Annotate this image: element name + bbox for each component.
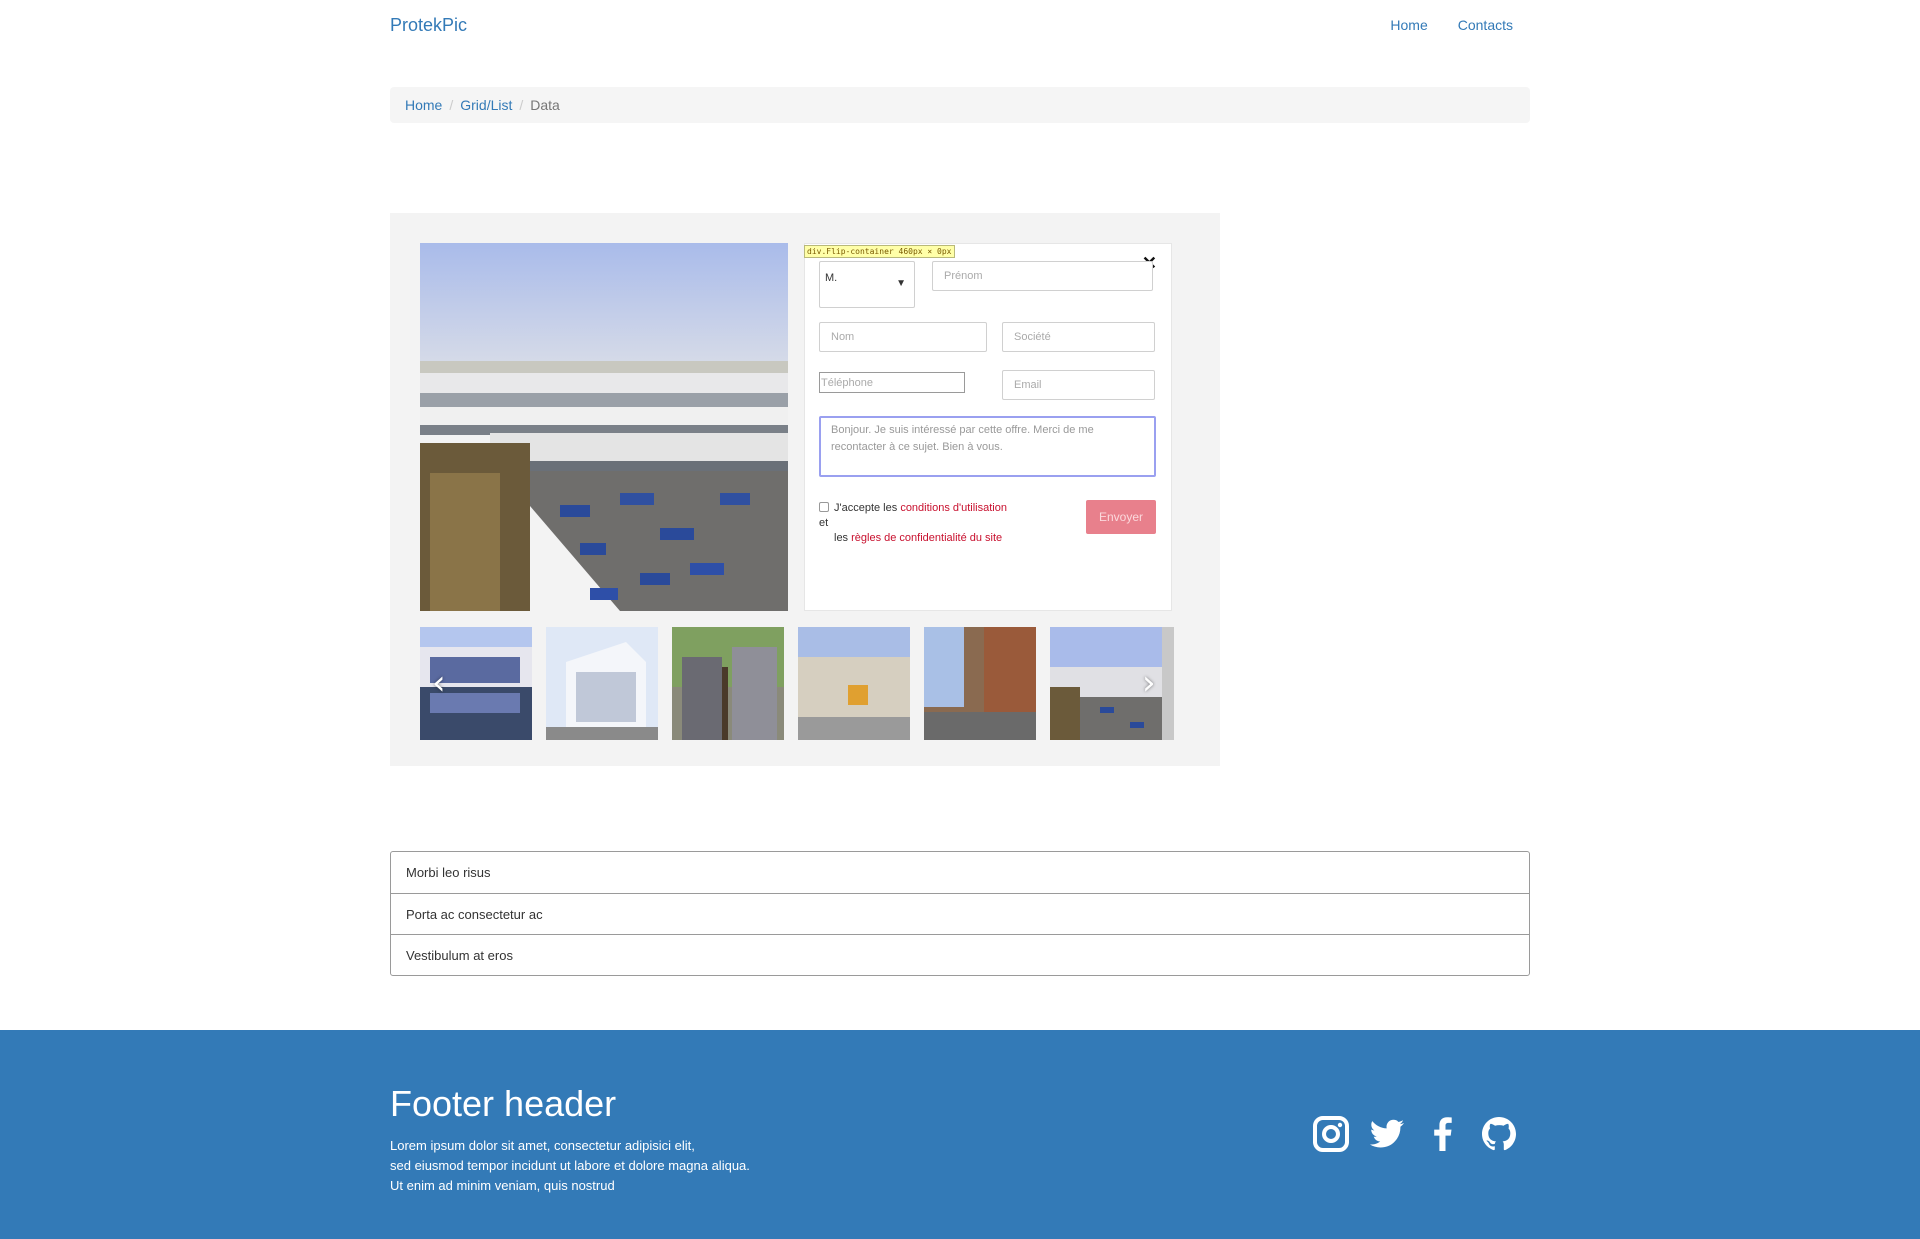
facebook-icon[interactable] [1424,1115,1462,1153]
devtools-tooltip: div.Flip-container 460px × 0px [804,245,955,258]
email-input[interactable]: Email [1002,370,1155,400]
modern-building-thumbnail [546,627,658,740]
list-item[interactable]: Morbi leo risus [391,852,1529,893]
historic-building-thumbnail [798,627,910,740]
footer: Footer header Lorem ipsum dolor sit amet… [0,1030,1920,1239]
contact-form: div.Flip-container 460px × 0px ✕ M. ▼ Pr… [804,243,1172,611]
warehouse-photo [420,243,788,611]
thumbnail[interactable] [672,627,784,740]
breadcrumb-separator: / [449,97,454,113]
thumbnail-carousel: ‹ › [420,627,1180,740]
chevron-right-icon[interactable]: › [1142,663,1156,703]
nav-link-home[interactable]: Home [1390,17,1427,33]
firstname-input[interactable]: Prénom [932,261,1153,291]
thumbnail[interactable] [798,627,910,740]
civility-select[interactable]: M. ▼ [819,261,915,308]
send-button[interactable]: Envoyer [1086,500,1156,534]
breadcrumb: Home / Grid/List / Data [390,87,1530,123]
nav-links: Home Contacts [1390,17,1513,33]
message-textarea[interactable]: Bonjour. Je suis intéressé par cette off… [819,416,1156,477]
civility-value: M. [825,272,838,284]
main-photo[interactable] [420,243,788,611]
terms-link[interactable]: conditions d'utilisation [900,502,1007,514]
breadcrumb-home[interactable]: Home [405,97,442,113]
thumbnail[interactable] [546,627,658,740]
breadcrumb-current: Data [530,97,560,113]
thumbnail[interactable] [924,627,1036,740]
instagram-icon[interactable] [1312,1115,1350,1153]
navbar: ProtekPic Home Contacts [0,0,1920,52]
phone-input[interactable]: Téléphone [819,372,965,393]
company-input[interactable]: Société [1002,322,1155,352]
list-item[interactable]: Porta ac consectetur ac [391,893,1529,934]
social-links [1312,1115,1518,1153]
footer-title: Footer header [390,1083,617,1124]
brand-logo[interactable]: ProtekPic [390,15,467,36]
consent-checkbox-row: J'accepte les conditions d'utilisation e… [819,502,1007,544]
breadcrumb-separator: / [519,97,524,113]
trees-street-thumbnail [672,627,784,740]
thumbnail-peek [1162,627,1174,740]
street-view-thumbnail [924,627,1036,740]
consent-checkbox[interactable] [819,502,829,512]
chevron-down-icon: ▼ [896,278,906,289]
gallery-panel: div.Flip-container 460px × 0px ✕ M. ▼ Pr… [390,213,1220,766]
list-group: Morbi leo risus Porta ac consectetur ac … [390,851,1530,976]
twitter-icon[interactable] [1368,1115,1406,1153]
chevron-left-icon[interactable]: ‹ [432,663,446,703]
breadcrumb-grid-list[interactable]: Grid/List [460,97,512,113]
list-item[interactable]: Vestibulum at eros [391,934,1529,975]
github-icon[interactable] [1480,1115,1518,1153]
lastname-input[interactable]: Nom [819,322,987,352]
nav-link-contacts[interactable]: Contacts [1458,17,1513,33]
footer-text: Lorem ipsum dolor sit amet, consectetur … [390,1138,750,1193]
privacy-link[interactable]: règles de confidentialité du site [851,532,1002,544]
